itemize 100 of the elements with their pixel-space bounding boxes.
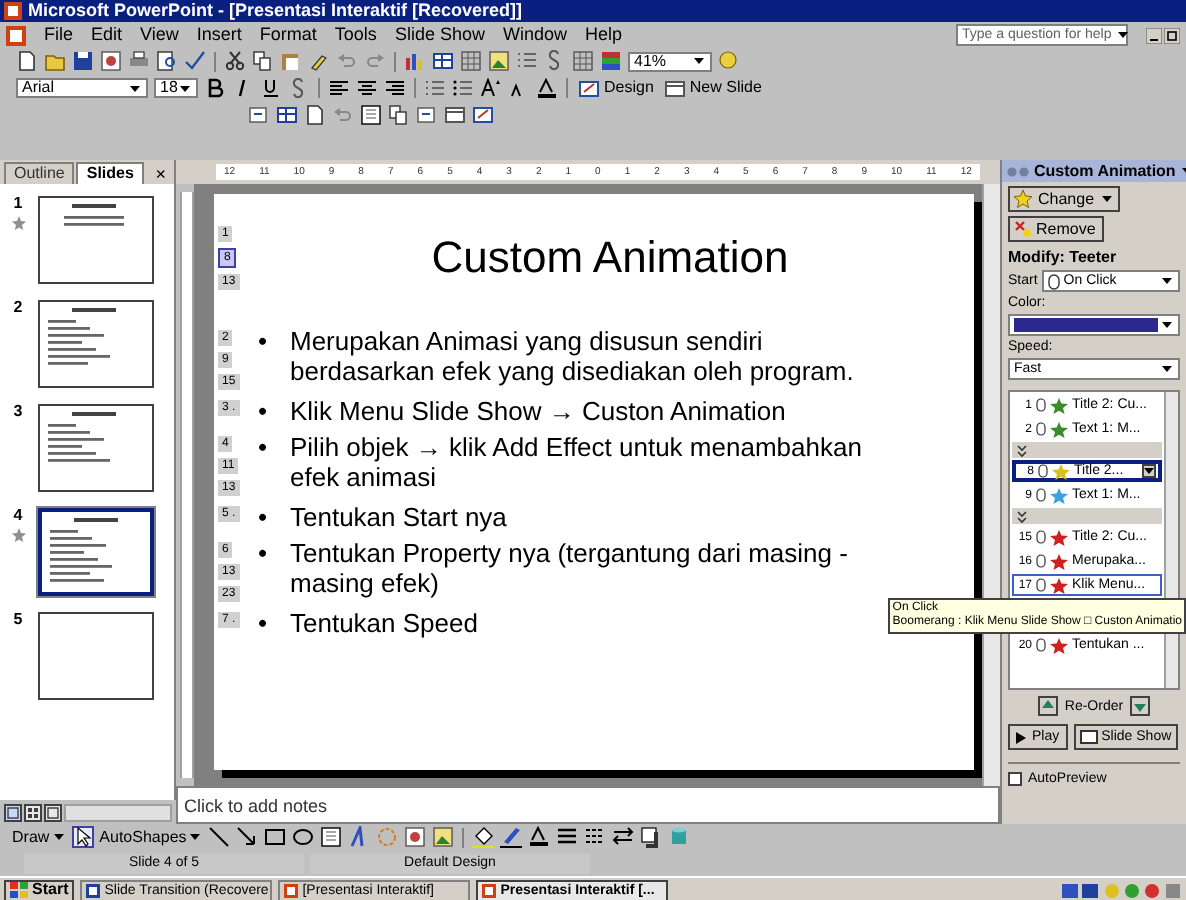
menu-item[interactable]: View bbox=[140, 26, 179, 44]
bullet-text: Tentukan Property nya (tergantung dari masing - masing efek) bbox=[290, 538, 850, 598]
bullet-text: Tentukan Start nya bbox=[290, 502, 507, 532]
line-icon[interactable] bbox=[208, 826, 231, 848]
animation-icon[interactable] bbox=[416, 104, 438, 126]
remove-effect-icon bbox=[1014, 220, 1032, 238]
zoom-field[interactable]: 41% bbox=[628, 51, 712, 71]
oval-icon[interactable] bbox=[292, 826, 315, 848]
text-box-icon[interactable] bbox=[320, 826, 343, 848]
expand-chevron-icon[interactable] bbox=[1016, 443, 1028, 457]
line-style-icon[interactable] bbox=[556, 826, 579, 848]
brush-icon[interactable] bbox=[308, 50, 330, 72]
start-button[interactable]: Start bbox=[4, 879, 75, 900]
underline-icon[interactable] bbox=[260, 77, 282, 99]
pointer-icon[interactable] bbox=[71, 826, 94, 848]
minimize-icon[interactable] bbox=[1146, 27, 1162, 43]
menu-item[interactable]: Window bbox=[502, 26, 567, 44]
design-icon bbox=[578, 77, 600, 99]
horizontal-scrollbar[interactable] bbox=[64, 803, 172, 821]
slide-sorter-icon[interactable] bbox=[24, 803, 42, 821]
fill-bucket-icon[interactable] bbox=[472, 826, 495, 848]
copy-icon[interactable] bbox=[252, 50, 274, 72]
font-color-icon[interactable] bbox=[536, 77, 558, 99]
shadow-icon[interactable] bbox=[640, 826, 663, 848]
arrow-style-icon[interactable] bbox=[612, 826, 635, 848]
autoshapes-menu[interactable]: AutoShapes bbox=[99, 829, 203, 845]
bar-chart-icon[interactable] bbox=[404, 50, 426, 72]
autopreview-checkbox[interactable] bbox=[1008, 772, 1022, 786]
bullet-mark: • bbox=[258, 396, 270, 426]
bullet-mark: • bbox=[258, 432, 270, 462]
menu-item[interactable]: Tools bbox=[334, 26, 377, 44]
picture-icon[interactable] bbox=[488, 50, 510, 72]
move-up-icon[interactable] bbox=[1038, 696, 1059, 716]
menu-item[interactable]: Help bbox=[584, 26, 622, 44]
pane-tab[interactable]: Outline bbox=[4, 162, 75, 184]
printer-icon[interactable] bbox=[128, 50, 150, 72]
draw-menu[interactable]: Draw bbox=[12, 829, 66, 845]
slideshow-view-icon[interactable] bbox=[44, 803, 62, 821]
clipboard-icon[interactable] bbox=[280, 50, 302, 72]
animation-icon[interactable] bbox=[248, 104, 270, 126]
magnifier-page-icon[interactable] bbox=[156, 50, 178, 72]
pen-icon[interactable] bbox=[500, 826, 523, 848]
modify-label: Modify: Teeter bbox=[1008, 250, 1119, 266]
slide-thumbnail[interactable] bbox=[38, 196, 154, 284]
slide-thumbnail[interactable] bbox=[38, 300, 154, 388]
rectangle-icon[interactable] bbox=[264, 826, 287, 848]
font-field[interactable]: Arial bbox=[16, 78, 148, 98]
clip-art-icon[interactable] bbox=[100, 50, 122, 72]
system-tray-icons-drawing[interactable] bbox=[1062, 881, 1182, 899]
picture-icon[interactable] bbox=[432, 826, 455, 848]
new-slide-button[interactable]: New Slide bbox=[661, 76, 764, 100]
clip-art-icon[interactable] bbox=[404, 826, 427, 848]
design-icon[interactable] bbox=[472, 104, 494, 126]
color-dropdown[interactable] bbox=[1008, 314, 1180, 336]
new-slide-icon[interactable] bbox=[444, 104, 466, 126]
design-button[interactable]: Design bbox=[576, 76, 656, 100]
expand-chevron-icon[interactable] bbox=[1016, 509, 1028, 523]
table-icon[interactable] bbox=[432, 50, 454, 72]
slide-thumbnail[interactable] bbox=[38, 508, 154, 596]
restore-icon[interactable] bbox=[1164, 27, 1180, 43]
pane-tab[interactable]: Slides bbox=[76, 162, 144, 184]
spellcheck-icon[interactable] bbox=[184, 50, 206, 72]
animation-star-icon bbox=[11, 528, 25, 542]
slide-thumbnail[interactable] bbox=[38, 612, 154, 700]
dropdown-caret-icon bbox=[188, 832, 203, 842]
font-color-icon[interactable] bbox=[528, 826, 551, 848]
document-icon bbox=[284, 883, 299, 897]
align-right-icon[interactable] bbox=[384, 77, 406, 99]
grow-font-icon[interactable] bbox=[480, 77, 502, 99]
change-button[interactable]: Change bbox=[1008, 186, 1120, 212]
bullet-mark: • bbox=[258, 608, 270, 638]
bulleted-list-icon[interactable] bbox=[452, 77, 474, 99]
arrow-icon[interactable] bbox=[236, 826, 259, 848]
normal-view-icon[interactable] bbox=[4, 803, 22, 821]
menu-item[interactable]: File bbox=[44, 26, 74, 44]
color-bars-icon[interactable] bbox=[600, 50, 622, 72]
dash-style-icon[interactable] bbox=[584, 826, 607, 848]
text-box-icon[interactable] bbox=[360, 104, 382, 126]
remove-button[interactable]: Remove bbox=[1008, 216, 1104, 242]
grid-icon[interactable] bbox=[572, 50, 594, 72]
menu-item[interactable]: Insert bbox=[196, 26, 242, 44]
new-page-icon[interactable] bbox=[16, 50, 38, 72]
bullet-text: Tentukan Speed bbox=[290, 608, 478, 638]
bold-icon[interactable] bbox=[204, 77, 226, 99]
table-icon[interactable] bbox=[276, 104, 298, 126]
slide-thumbnail[interactable] bbox=[38, 404, 154, 492]
new-page-icon[interactable] bbox=[304, 104, 326, 126]
document-icon[interactable] bbox=[6, 25, 26, 45]
font-size-field[interactable]: 18 bbox=[154, 78, 198, 98]
copy-icon[interactable] bbox=[388, 104, 410, 126]
slide-title: Custom Animation bbox=[429, 230, 791, 284]
menu-item[interactable]: Edit bbox=[91, 26, 123, 44]
scissors-icon[interactable] bbox=[224, 50, 246, 72]
close-pane-button[interactable]: × bbox=[151, 166, 170, 184]
align-center-icon[interactable] bbox=[356, 77, 378, 99]
menu-item[interactable]: Slide Show bbox=[394, 26, 485, 44]
align-left-icon[interactable] bbox=[328, 77, 350, 99]
move-down-icon[interactable] bbox=[1129, 696, 1150, 716]
menu-item[interactable]: Format bbox=[259, 26, 317, 44]
help-assistant-icon[interactable] bbox=[718, 50, 740, 72]
